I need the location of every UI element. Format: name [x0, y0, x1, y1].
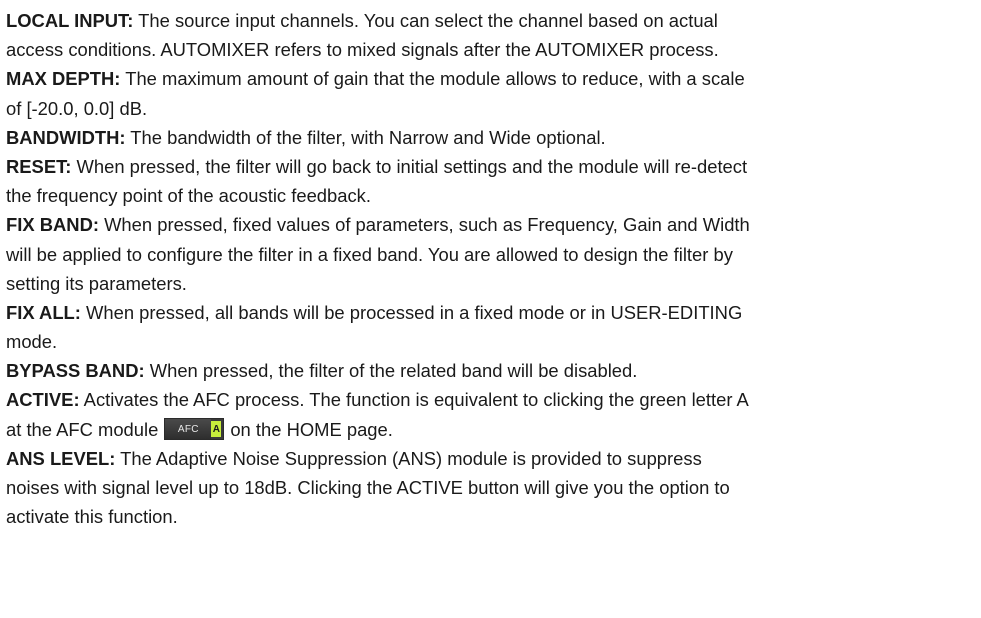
max-depth-line-2: of [-20.0, 0.0] dB.: [6, 94, 975, 123]
max-depth-text-2: of [-20.0, 0.0] dB.: [6, 97, 148, 119]
ans-level-line-3: activate this function.: [6, 502, 975, 531]
ans-level-text-3: activate this function.: [6, 506, 178, 528]
fix-all-text-1: When pressed, all bands will be processe…: [80, 301, 743, 323]
max-depth-text-1: The maximum amount of gain that the modu…: [120, 68, 745, 90]
fix-band-term: FIX BAND:: [6, 214, 99, 236]
manual-page: LOCAL INPUT: The source input channels. …: [0, 0, 981, 618]
fix-all-text-2: mode.: [6, 331, 58, 353]
bandwidth-line-1: BANDWIDTH: The bandwidth of the filter, …: [6, 123, 975, 152]
ans-level-line-1: ANS LEVEL: The Adaptive Noise Suppressio…: [6, 444, 975, 473]
afc-module-label: AFC: [165, 419, 212, 440]
active-text-2: at the AFC module: [6, 418, 159, 440]
bypass-band-text-1: When pressed, the filter of the related …: [144, 360, 638, 382]
ans-level-term: ANS LEVEL:: [6, 447, 116, 469]
ans-level-line-2: noises with signal level up to 18dB. Cli…: [6, 473, 975, 502]
reset-line-1: RESET: When pressed, the filter will go …: [6, 152, 975, 181]
ans-level-text-1: The Adaptive Noise Suppression (ANS) mod…: [115, 447, 702, 469]
bypass-band-term: BYPASS BAND:: [6, 360, 145, 382]
fix-band-line-2: will be applied to configure the filter …: [6, 240, 975, 269]
reset-term: RESET:: [6, 155, 72, 177]
active-line-2: at the AFC module AFC Aon the HOME page.: [6, 415, 975, 444]
reset-text-1: When pressed, the filter will go back to…: [71, 155, 748, 177]
fix-all-line-2: mode.: [6, 327, 975, 356]
local-input-text-1: The source input channels. You can selec…: [133, 10, 718, 31]
afc-active-letter: A: [211, 421, 222, 438]
fix-band-text-2: will be applied to configure the filter …: [6, 243, 733, 265]
fix-all-term: FIX ALL:: [6, 301, 81, 323]
local-input-term: LOCAL INPUT:: [6, 10, 134, 31]
reset-text-2: the frequency point of the acoustic feed…: [6, 185, 371, 207]
active-text-3: on the HOME page.: [230, 418, 393, 440]
local-input-line-2: access conditions. AUTOMIXER refers to m…: [6, 35, 975, 64]
reset-line-2: the frequency point of the acoustic feed…: [6, 181, 975, 210]
local-input-text-2: access conditions. AUTOMIXER refers to m…: [6, 39, 719, 61]
local-input-line-1: LOCAL INPUT: The source input channels. …: [6, 6, 975, 35]
max-depth-term: MAX DEPTH:: [6, 68, 121, 90]
fix-band-line-3: setting its parameters.: [6, 269, 975, 298]
fix-band-text-1: When pressed, fixed values of parameters…: [98, 214, 750, 236]
fix-band-line-1: FIX BAND: When pressed, fixed values of …: [6, 210, 975, 239]
fix-all-line-1: FIX ALL: When pressed, all bands will be…: [6, 298, 975, 327]
ans-level-text-2: noises with signal level up to 18dB. Cli…: [6, 477, 730, 498]
active-line-1: ACTIVE: Activates the AFC process. The f…: [6, 385, 975, 414]
max-depth-line-1: MAX DEPTH: The maximum amount of gain th…: [6, 64, 975, 93]
bandwidth-text-1: The bandwidth of the filter, with Narrow…: [125, 126, 606, 148]
bandwidth-term: BANDWIDTH:: [6, 126, 126, 148]
afc-module-icon: AFC A: [164, 418, 225, 441]
active-text-1: Activates the AFC process. The function …: [79, 389, 749, 411]
bypass-band-line-1: BYPASS BAND: When pressed, the filter of…: [6, 356, 975, 385]
active-term: ACTIVE:: [6, 389, 80, 411]
fix-band-text-3: setting its parameters.: [6, 272, 187, 294]
